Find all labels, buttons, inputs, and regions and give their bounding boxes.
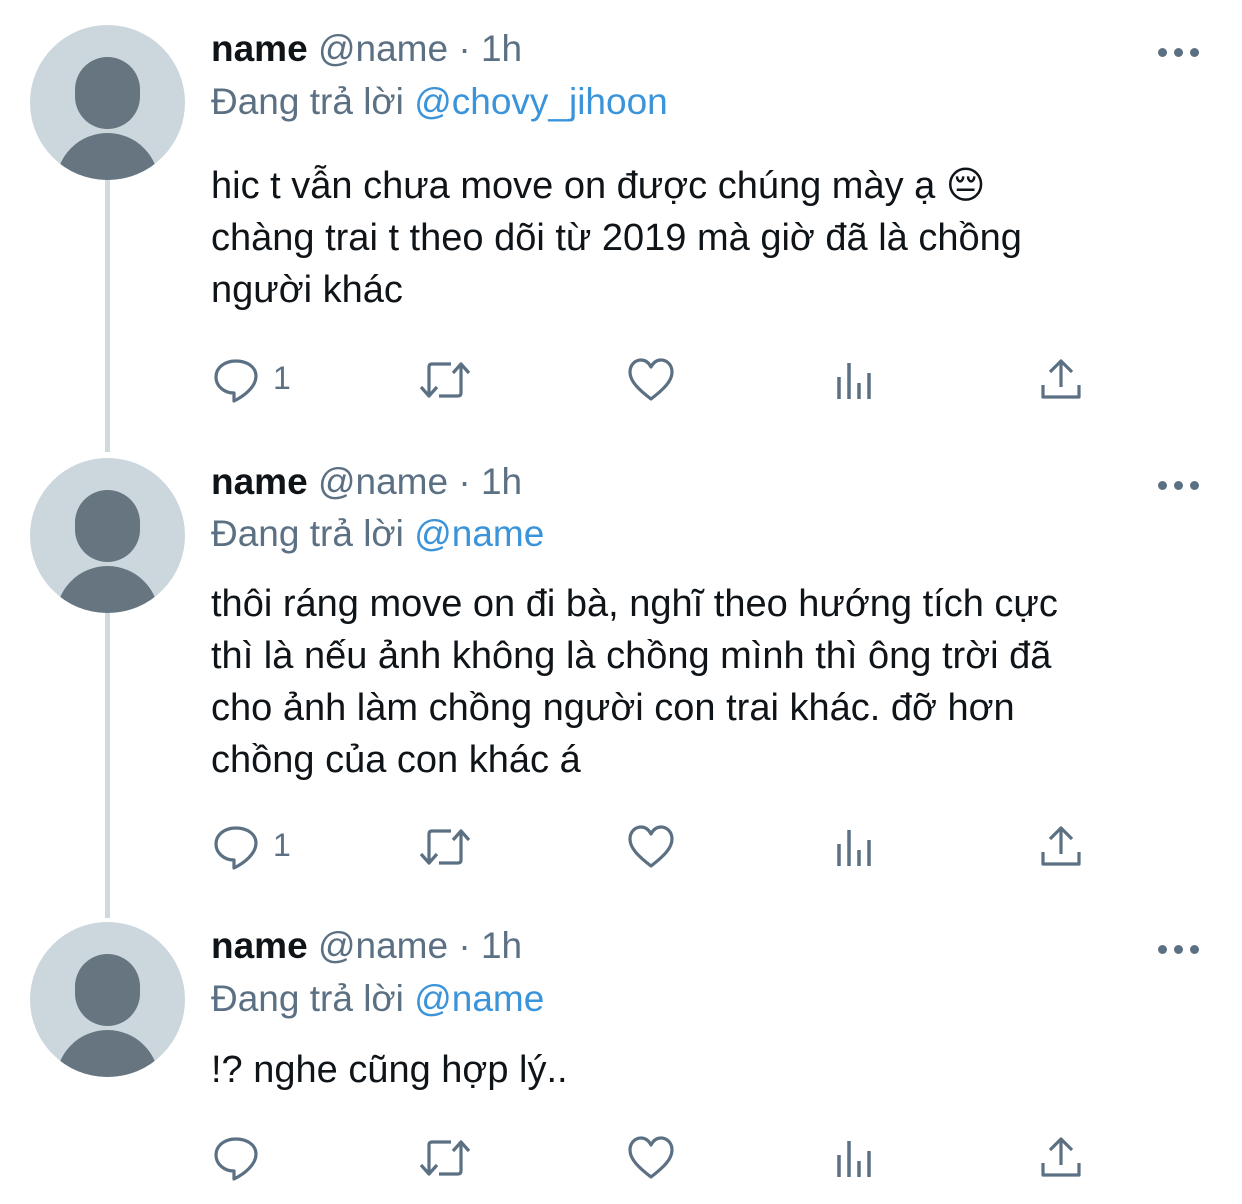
timestamp[interactable]: 1h <box>481 461 522 502</box>
replying-to: Đang trả lời @name <box>211 977 544 1021</box>
analytics-icon <box>837 363 871 399</box>
reply-icon <box>214 1137 258 1181</box>
tweet-text: !? nghe cũng hợp lý.. <box>211 1049 568 1091</box>
like-button[interactable] <box>626 355 676 405</box>
reply-button[interactable]: 1 <box>211 822 301 872</box>
thread-line <box>105 180 110 452</box>
retweet-button[interactable] <box>415 1133 475 1183</box>
handle[interactable]: @name <box>318 461 448 502</box>
analytics-button[interactable] <box>835 355 879 405</box>
replying-label: Đang trả lời <box>211 513 404 554</box>
reply-button[interactable]: 1 <box>211 355 301 405</box>
share-icon <box>1041 1137 1081 1177</box>
handle[interactable]: @name <box>318 925 448 966</box>
reply-count: 1 <box>273 827 291 863</box>
reply-count: 1 <box>273 360 291 396</box>
mention-link[interactable]: @name <box>414 978 544 1019</box>
like-icon <box>628 1136 674 1179</box>
retweet-icon <box>419 829 471 865</box>
timestamp[interactable]: 1h <box>481 925 522 966</box>
separator: · <box>458 28 471 69</box>
like-icon <box>628 825 674 868</box>
avatar[interactable] <box>30 922 185 1077</box>
replying-to: Đang trả lời @name <box>211 512 544 556</box>
mention-link[interactable]: @chovy_jihoon <box>414 81 668 122</box>
tweet-header: name @name · 1h <box>211 27 522 71</box>
retweet-icon <box>419 362 471 398</box>
tweet-header: name @name · 1h <box>211 460 522 504</box>
like-button[interactable] <box>626 1133 676 1183</box>
share-icon <box>1041 826 1081 866</box>
timestamp[interactable]: 1h <box>481 28 522 69</box>
reply-icon <box>214 826 258 870</box>
share-button[interactable] <box>1039 822 1083 872</box>
analytics-icon <box>837 830 871 866</box>
reply-icon <box>214 359 258 403</box>
analytics-icon <box>837 1141 871 1177</box>
tweet-actions: 1 <box>211 355 1091 405</box>
like-icon <box>628 358 674 401</box>
avatar[interactable] <box>30 458 185 613</box>
like-button[interactable] <box>626 822 676 872</box>
avatar[interactable] <box>30 25 185 180</box>
display-name[interactable]: name <box>211 925 308 966</box>
analytics-button[interactable] <box>835 1133 879 1183</box>
handle[interactable]: @name <box>318 28 448 69</box>
separator: · <box>458 925 471 966</box>
analytics-button[interactable] <box>835 822 879 872</box>
separator: · <box>458 461 471 502</box>
tweet-actions <box>211 1133 1091 1183</box>
tweet-actions: 1 <box>211 822 1091 872</box>
display-name[interactable]: name <box>211 461 308 502</box>
tweet-text: thôi ráng move on đi bà, nghĩ theo hướng… <box>211 583 1058 781</box>
share-button[interactable] <box>1039 1133 1083 1183</box>
share-icon <box>1041 359 1081 399</box>
share-button[interactable] <box>1039 355 1083 405</box>
replying-to: Đang trả lời @chovy_jihoon <box>211 80 668 124</box>
thread-line <box>105 613 110 918</box>
replying-label: Đang trả lời <box>211 81 404 122</box>
replying-label: Đang trả lời <box>211 978 404 1019</box>
tweet-text: hic t vẫn chưa move on được chúng mày ạ … <box>211 165 1022 311</box>
display-name[interactable]: name <box>211 28 308 69</box>
more-options-icon[interactable] <box>1156 42 1202 62</box>
more-options-icon[interactable] <box>1156 939 1202 959</box>
tweet-header: name @name · 1h <box>211 924 522 968</box>
retweet-icon <box>419 1140 471 1176</box>
retweet-button[interactable] <box>415 355 475 405</box>
retweet-button[interactable] <box>415 822 475 872</box>
reply-button[interactable] <box>211 1133 301 1183</box>
mention-link[interactable]: @name <box>414 513 544 554</box>
more-options-icon[interactable] <box>1156 475 1202 495</box>
